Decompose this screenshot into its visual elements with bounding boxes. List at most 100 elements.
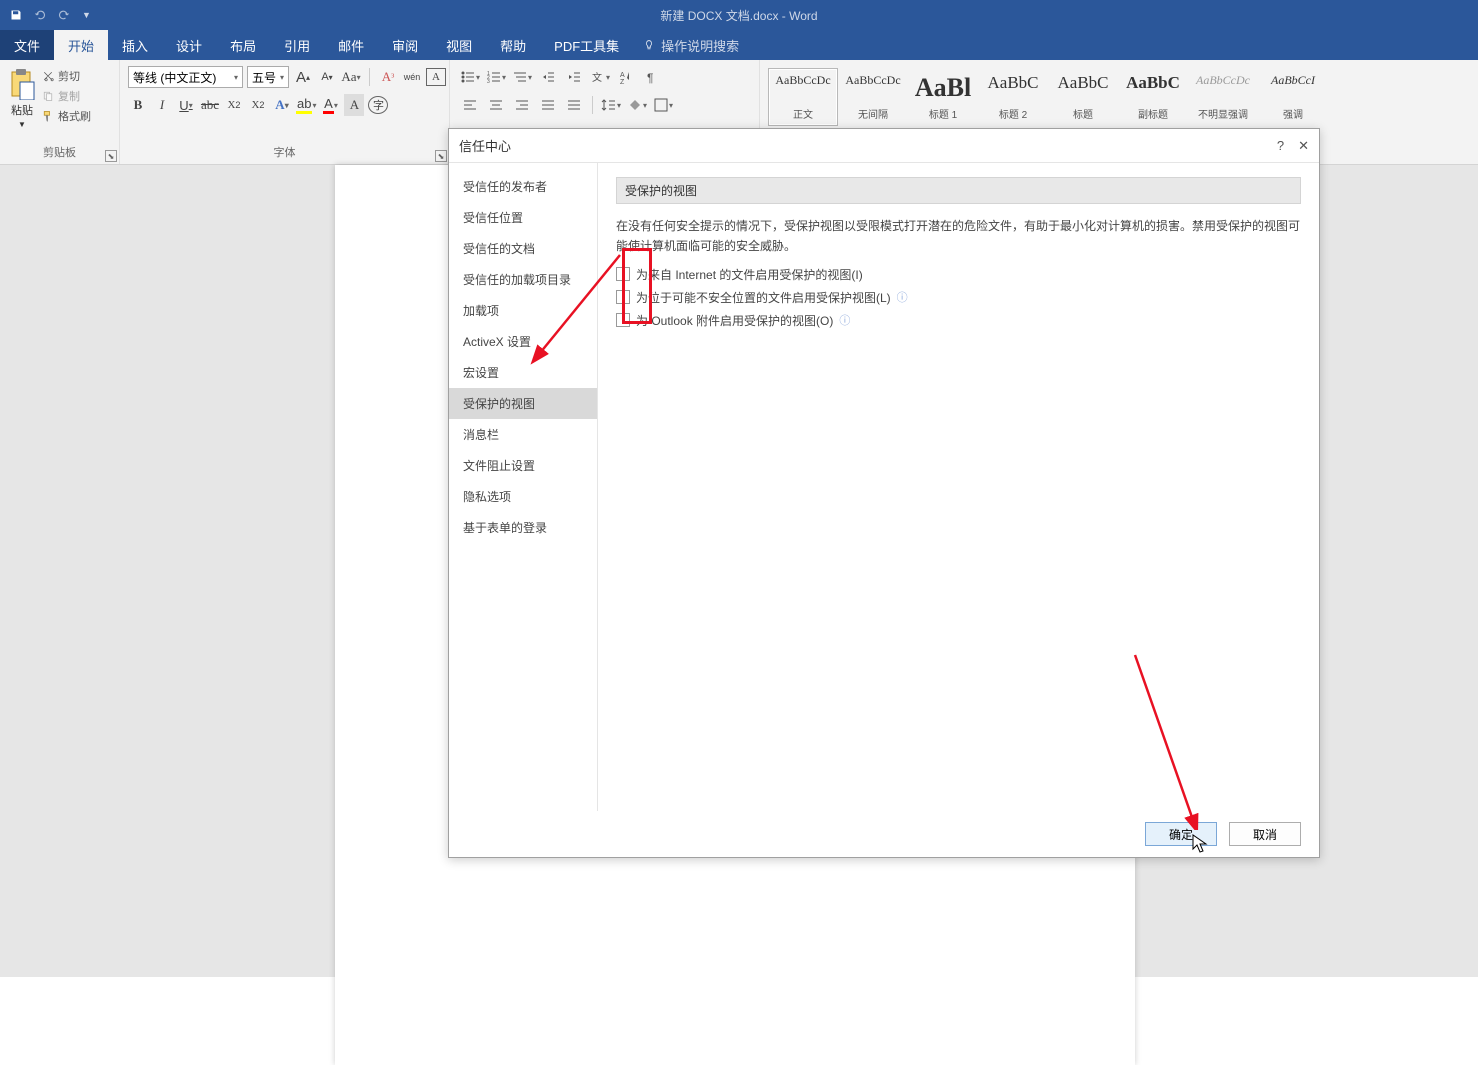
clear-format-button[interactable]: Aᵌ xyxy=(378,66,398,88)
sidebar-item[interactable]: 受信任的加载项目录 xyxy=(449,264,597,295)
dialog-help-button[interactable]: ? xyxy=(1277,138,1284,154)
dialog-title: 信任中心 xyxy=(459,136,511,155)
style-item[interactable]: AaBbC副标题 xyxy=(1118,68,1188,126)
paste-icon xyxy=(8,68,36,100)
numbering-button[interactable]: 123▾ xyxy=(484,66,508,88)
checkbox[interactable] xyxy=(616,267,630,281)
styles-gallery[interactable]: AaBbCcDc正文AaBbCcDc无间隔AaBl标题 1AaBbC标题 2Aa… xyxy=(768,64,1328,126)
sidebar-item[interactable]: 基于表单的登录 xyxy=(449,512,597,543)
align-right-button[interactable] xyxy=(510,94,534,116)
dialog-close-button[interactable]: ✕ xyxy=(1298,138,1309,154)
sidebar-item[interactable]: ActiveX 设置 xyxy=(449,326,597,357)
cut-button[interactable]: 剪切 xyxy=(42,68,91,84)
save-icon[interactable] xyxy=(10,9,22,21)
sidebar-item[interactable]: 受信任的发布者 xyxy=(449,171,597,202)
show-marks-button[interactable]: ¶ xyxy=(640,66,664,88)
style-item[interactable]: AaBbCcDc正文 xyxy=(768,68,838,126)
group-clipboard: 粘贴 ▼ 剪切 复制 格式刷 剪贴板 ⬊ xyxy=(0,60,120,164)
sidebar-item[interactable]: 受信任位置 xyxy=(449,202,597,233)
undo-icon[interactable] xyxy=(34,9,46,21)
font-size-combo[interactable]: 五号▾ xyxy=(247,66,289,88)
bold-button[interactable]: B xyxy=(128,94,148,116)
dialog-titlebar[interactable]: 信任中心 ? ✕ xyxy=(449,129,1319,163)
decrease-indent-button[interactable] xyxy=(536,66,560,88)
strike-button[interactable]: abc xyxy=(200,94,220,116)
tell-me-search[interactable]: 操作说明搜索 xyxy=(633,30,749,60)
tab-pdf[interactable]: PDF工具集 xyxy=(540,30,633,60)
content-description: 在没有任何安全提示的情况下，受保护视图以受限模式打开潜在的危险文件，有助于最小化… xyxy=(616,216,1301,257)
tab-review[interactable]: 审阅 xyxy=(378,30,432,60)
sidebar-item[interactable]: 受信任的文档 xyxy=(449,233,597,264)
document-title: 新建 DOCX 文档.docx - Word xyxy=(660,7,817,24)
qat-customize-icon[interactable]: ▼ xyxy=(82,10,91,20)
checkbox[interactable] xyxy=(616,313,630,327)
checkbox-row: 为 Outlook 附件启用受保护的视图(O)ⓘ xyxy=(616,309,1301,332)
text-direction-button[interactable]: 文▾ xyxy=(588,66,612,88)
sort-button[interactable]: AZ xyxy=(614,66,638,88)
align-center-button[interactable] xyxy=(484,94,508,116)
clipboard-launcher[interactable]: ⬊ xyxy=(105,150,117,162)
info-icon[interactable]: ⓘ xyxy=(897,289,908,305)
align-distribute-button[interactable] xyxy=(562,94,586,116)
char-border-button[interactable]: A xyxy=(426,68,446,86)
lightbulb-icon xyxy=(643,39,655,51)
sidebar-item[interactable]: 宏设置 xyxy=(449,357,597,388)
cancel-button[interactable]: 取消 xyxy=(1229,822,1301,846)
svg-text:Z: Z xyxy=(620,79,625,85)
font-color-button[interactable]: A▾ xyxy=(320,94,340,116)
sidebar-item[interactable]: 文件阻止设置 xyxy=(449,450,597,481)
bullets-button[interactable]: ▾ xyxy=(458,66,482,88)
superscript-button[interactable]: X2 xyxy=(248,94,268,116)
sidebar-item[interactable]: 受保护的视图 xyxy=(449,388,597,419)
enclose-char-button[interactable]: 字 xyxy=(368,96,388,114)
change-case-button[interactable]: Aa▾ xyxy=(341,66,361,88)
char-shading-button[interactable]: A xyxy=(344,94,364,116)
font-name-combo[interactable]: 等线 (中文正文)▾ xyxy=(128,66,243,88)
checkbox-row: 为来自 Internet 的文件启用受保护的视图(I) xyxy=(616,263,1301,286)
style-item[interactable]: AaBbC标题 2 xyxy=(978,68,1048,126)
align-left-button[interactable] xyxy=(458,94,482,116)
sidebar-item[interactable]: 消息栏 xyxy=(449,419,597,450)
format-painter-button[interactable]: 格式刷 xyxy=(42,108,91,124)
text-effects-button[interactable]: A▾ xyxy=(272,94,292,116)
tab-references[interactable]: 引用 xyxy=(270,30,324,60)
grow-font-button[interactable]: A▴ xyxy=(293,66,313,88)
borders-button[interactable]: ▾ xyxy=(651,94,675,116)
tab-home[interactable]: 开始 xyxy=(54,30,108,60)
multilevel-button[interactable]: ▾ xyxy=(510,66,534,88)
trust-center-dialog: 信任中心 ? ✕ 受信任的发布者受信任位置受信任的文档受信任的加载项目录加载项A… xyxy=(448,128,1320,858)
sidebar-item[interactable]: 加载项 xyxy=(449,295,597,326)
style-item[interactable]: AaBl标题 1 xyxy=(908,68,978,126)
tab-layout[interactable]: 布局 xyxy=(216,30,270,60)
style-item[interactable]: AaBbCcDc无间隔 xyxy=(838,68,908,126)
dialog-content: 受保护的视图 在没有任何安全提示的情况下，受保护视图以受限模式打开潜在的危险文件… xyxy=(597,163,1319,811)
shading-button[interactable]: ▾ xyxy=(625,94,649,116)
tab-design[interactable]: 设计 xyxy=(162,30,216,60)
quick-access-toolbar: ▼ xyxy=(0,9,91,21)
line-spacing-button[interactable]: ▾ xyxy=(599,94,623,116)
style-item[interactable]: AaBbCcDc不明显强调 xyxy=(1188,68,1258,126)
tab-file[interactable]: 文件 xyxy=(0,30,54,60)
phonetic-guide-button[interactable]: wén xyxy=(402,66,422,88)
font-launcher[interactable]: ⬊ xyxy=(435,150,447,162)
italic-button[interactable]: I xyxy=(152,94,172,116)
shrink-font-button[interactable]: A▾ xyxy=(317,66,337,88)
underline-button[interactable]: U▾ xyxy=(176,94,196,116)
align-justify-button[interactable] xyxy=(536,94,560,116)
highlight-button[interactable]: ab▾ xyxy=(296,94,316,116)
style-item[interactable]: AaBbCcI强调 xyxy=(1258,68,1328,126)
tab-insert[interactable]: 插入 xyxy=(108,30,162,60)
style-item[interactable]: AaBbC标题 xyxy=(1048,68,1118,126)
sidebar-item[interactable]: 隐私选项 xyxy=(449,481,597,512)
tab-help[interactable]: 帮助 xyxy=(486,30,540,60)
info-icon[interactable]: ⓘ xyxy=(839,312,850,328)
svg-text:文: 文 xyxy=(592,71,602,84)
tab-view[interactable]: 视图 xyxy=(432,30,486,60)
checkbox[interactable] xyxy=(616,290,630,304)
tab-mailings[interactable]: 邮件 xyxy=(324,30,378,60)
subscript-button[interactable]: X2 xyxy=(224,94,244,116)
redo-icon[interactable] xyxy=(58,9,70,21)
copy-button[interactable]: 复制 xyxy=(42,88,91,104)
increase-indent-button[interactable] xyxy=(562,66,586,88)
paste-button[interactable]: 粘贴 ▼ xyxy=(8,64,36,129)
